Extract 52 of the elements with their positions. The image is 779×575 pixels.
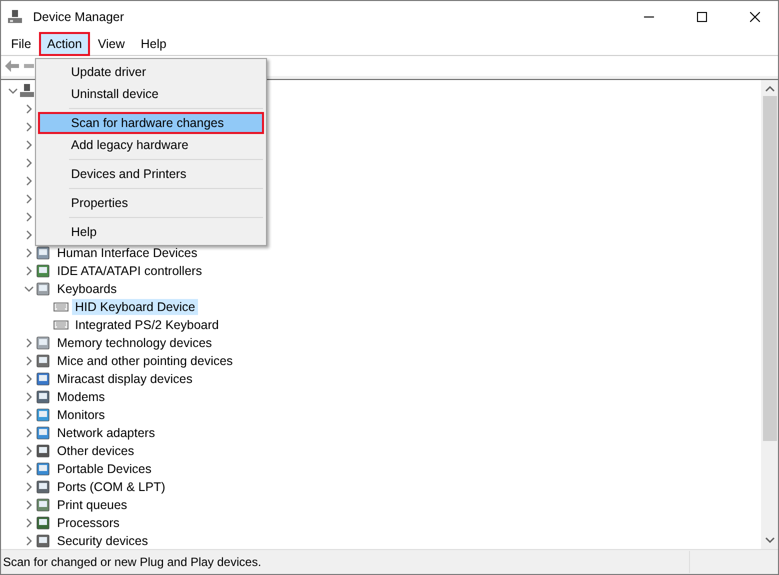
tree-item[interactable]: Print queues [54,497,130,513]
maximize-icon [697,12,707,22]
menu-item[interactable]: Uninstall device [38,83,264,105]
scroll-down-icon[interactable] [764,535,774,545]
menu-item[interactable]: Help [38,221,264,243]
tree-item[interactable]: Processors [54,515,123,531]
device-icon [35,461,51,477]
device-icon [35,515,51,531]
device-icon [35,281,51,297]
tree-item[interactable]: Modems [54,389,108,405]
menu-item[interactable]: Devices and Printers [38,163,264,185]
tree-item[interactable]: Ports (COM & LPT) [54,479,168,495]
tree-item[interactable]: Human Interface Devices [54,245,200,261]
device-icon [35,407,51,423]
scroll-thumb[interactable] [762,96,776,441]
device-icon [35,479,51,495]
menu-item[interactable]: Help [132,32,174,56]
device-icon [35,335,51,351]
device-icon [35,263,51,279]
menu-item[interactable]: View [90,32,133,56]
tree-item[interactable]: Other devices [54,443,138,459]
device-icon [35,353,51,369]
status-text: Scan for changed or new Plug and Play devices. [3,555,262,569]
back-arrow-icon[interactable] [4,59,20,73]
device-icon [35,497,51,513]
tree-item[interactable]: Mice and other pointing devices [54,353,236,369]
menu-item[interactable]: Add legacy hardware [38,134,264,156]
scrollbar[interactable] [761,80,778,549]
tree-item[interactable]: Keyboards [54,281,120,297]
menu-item[interactable]: Properties [38,192,264,214]
menu-item[interactable]: Scan for hardware changes [38,112,264,134]
tree-item[interactable]: Memory technology devices [54,335,215,351]
computer-icon [7,9,23,25]
scroll-up-icon[interactable] [764,84,774,94]
tree-item[interactable]: IDE ATA/ATAPI controllers [54,263,205,279]
window-title: Device Manager [33,10,126,24]
tree-item[interactable]: Portable Devices [54,461,154,477]
tree-item[interactable]: Integrated PS/2 Keyboard [72,317,222,333]
device-icon [35,389,51,405]
menu-item[interactable]: Action [39,32,90,56]
menu-item[interactable]: Update driver [38,61,264,83]
tree-item[interactable]: Security devices [54,533,152,549]
menu-item[interactable]: File [3,32,40,56]
device-icon [35,443,51,459]
device-icon [35,425,51,441]
tree-item[interactable]: Miracast display devices [54,371,196,387]
close-icon [750,12,760,22]
tree-item[interactable]: Monitors [54,407,108,423]
tree-item[interactable]: HID Keyboard Device [72,299,198,315]
device-icon [35,371,51,387]
computer-icon [19,83,35,99]
tree-item[interactable]: Network adapters [54,425,158,441]
